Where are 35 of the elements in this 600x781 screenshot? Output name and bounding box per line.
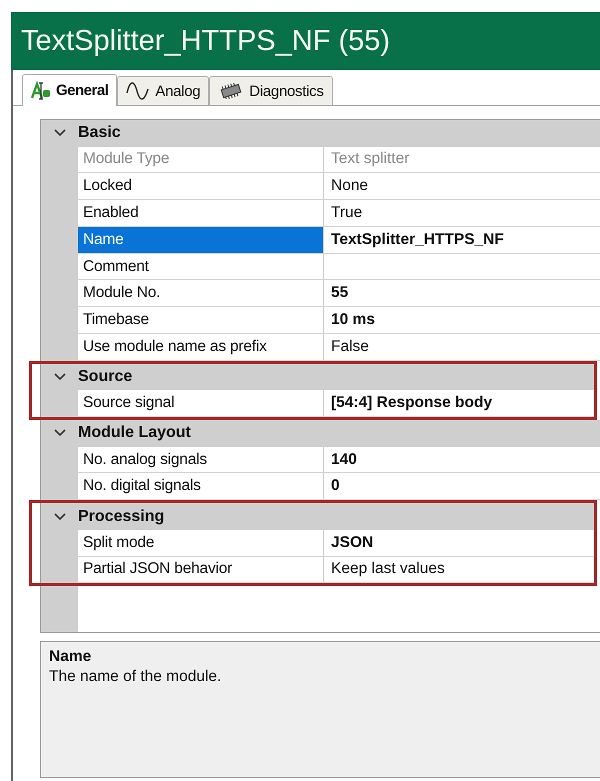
tab[interactable]: Analog xyxy=(117,76,210,105)
description-text: The name of the module. xyxy=(49,668,222,686)
property-name[interactable]: Timebase xyxy=(78,307,324,334)
property-value[interactable]: 0 xyxy=(324,473,600,500)
property-name[interactable]: Locked xyxy=(78,173,324,200)
chevron-down-icon[interactable] xyxy=(54,512,66,521)
chevron-down-icon[interactable] xyxy=(54,129,66,138)
property-value[interactable]: 55 xyxy=(324,280,600,308)
property-name[interactable]: Split mode xyxy=(78,530,324,557)
property-name[interactable]: Partial JSON behavior xyxy=(78,556,324,584)
property-value[interactable]: TextSplitter_HTTPS_NF xyxy=(324,226,600,254)
text-cursor-icon xyxy=(31,80,51,100)
chevron-down-icon[interactable] xyxy=(54,373,66,382)
tab[interactable]: Diagnostics xyxy=(209,76,333,105)
description-title: Name xyxy=(49,648,92,666)
property-name[interactable]: Use module name as prefix xyxy=(78,334,324,361)
property-name[interactable]: Module No. xyxy=(78,280,324,308)
property-value[interactable]: 140 xyxy=(324,446,600,474)
property-value[interactable]: Keep last values xyxy=(324,556,594,584)
property-name[interactable]: Comment xyxy=(78,254,324,280)
property-value[interactable]: 10 ms xyxy=(324,307,600,334)
window-title: TextSplitter_HTTPS_NF (55) xyxy=(11,12,600,70)
property-value[interactable]: [54:4] Response body xyxy=(324,390,594,418)
chevron-down-icon[interactable] xyxy=(54,429,66,438)
property-name[interactable]: No. digital signals xyxy=(78,473,324,500)
property-value[interactable]: None xyxy=(324,173,600,200)
property-name[interactable]: Source signal xyxy=(78,390,324,418)
property-value[interactable]: JSON xyxy=(324,530,594,557)
sine-wave-icon xyxy=(126,82,150,100)
tab[interactable]: General xyxy=(22,74,118,106)
property-name[interactable]: No. analog signals xyxy=(78,446,324,474)
property-name[interactable]: Name xyxy=(78,226,324,254)
property-value[interactable]: False xyxy=(324,334,600,361)
property-name[interactable]: Enabled xyxy=(78,200,324,227)
property-value[interactable]: True xyxy=(324,200,600,227)
